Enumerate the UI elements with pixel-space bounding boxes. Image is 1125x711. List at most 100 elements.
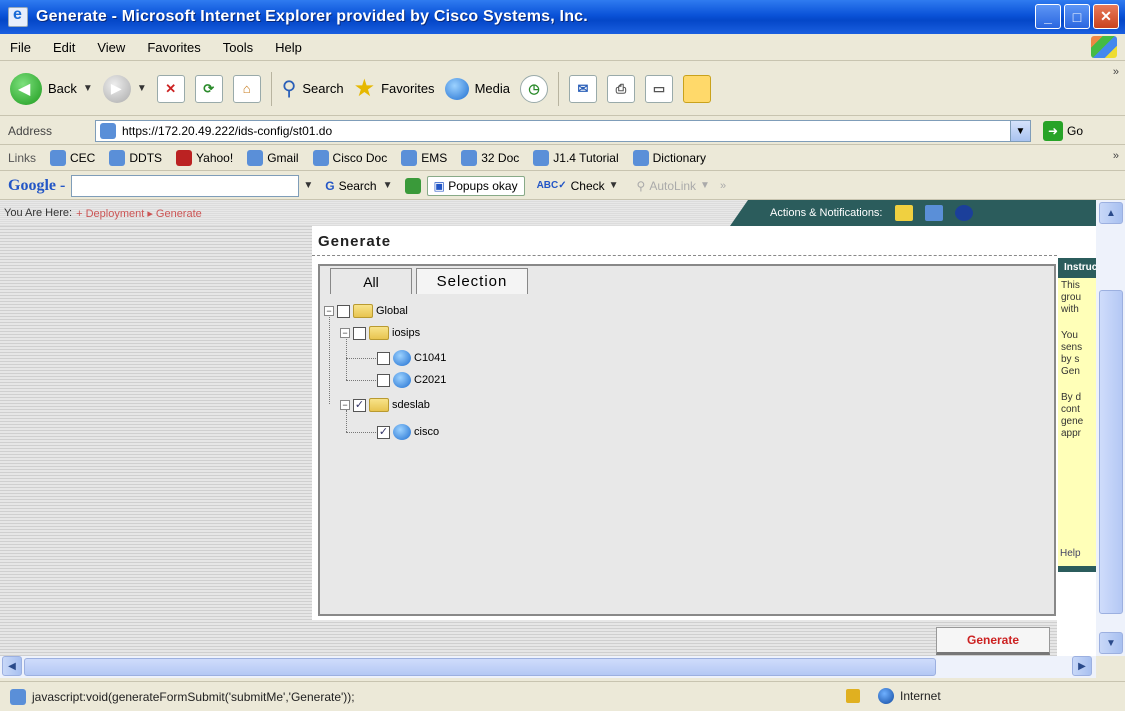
favorites-button[interactable]: ★ Favorites <box>354 74 435 103</box>
vertical-scrollbar[interactable]: ▲ ▼ <box>1096 200 1125 656</box>
tree-node-cisco[interactable]: ✓ cisco <box>377 424 439 440</box>
scroll-left-button[interactable]: ◀ <box>2 656 22 676</box>
close-button[interactable]: ✕ <box>1093 4 1119 29</box>
chevron-down-icon: ▼ <box>608 180 619 191</box>
google-overflow[interactable]: » <box>720 180 726 192</box>
refresh-circle-icon[interactable] <box>954 205 973 221</box>
spell-check-button[interactable]: ABC✓ Check ▼ <box>531 177 625 195</box>
instructions-body: This grou with You sens by s Gen By d co… <box>1058 278 1096 568</box>
link-cec[interactable]: CEC <box>50 150 95 166</box>
horizontal-scrollbar[interactable]: ◀ ▶ <box>0 656 1096 678</box>
checkbox[interactable] <box>337 304 350 318</box>
chevron-down-icon[interactable]: ▼ <box>1010 121 1030 141</box>
vertical-scroll-thumb[interactable] <box>1099 290 1123 614</box>
link-ems[interactable]: EMS <box>401 150 447 166</box>
page-icon <box>401 150 418 166</box>
pagerank-bar-icon <box>404 177 421 194</box>
chevron-down-icon[interactable]: ▼ <box>137 83 147 94</box>
tree-node-label: sdeslab <box>392 399 430 411</box>
collapse-icon[interactable]: − <box>324 306 334 316</box>
collapse-icon[interactable]: − <box>340 328 350 338</box>
page-icon <box>461 150 478 166</box>
address-label: Address <box>8 123 53 138</box>
page-icon <box>109 150 126 166</box>
link-label: Yahoo! <box>196 151 234 165</box>
folder-icon <box>353 304 373 318</box>
checkbox[interactable] <box>353 326 366 340</box>
generate-button[interactable]: Generate <box>936 627 1050 655</box>
page-icon <box>632 150 649 166</box>
google-g-icon: G <box>325 178 335 193</box>
forward-button[interactable]: ▼ <box>102 74 147 103</box>
internet-zone: Internet <box>878 688 941 704</box>
menu-edit[interactable]: Edit <box>53 40 75 55</box>
tree-node-c2021[interactable]: C2021 <box>377 372 446 388</box>
actions-label: Actions & Notifications: <box>770 207 883 219</box>
horizontal-scroll-thumb[interactable] <box>24 658 936 676</box>
autolink-icon: ⚲ <box>636 178 646 193</box>
links-overflow[interactable]: » <box>1113 150 1119 162</box>
collapse-icon[interactable]: − <box>340 400 350 410</box>
scroll-down-button[interactable]: ▼ <box>1099 632 1123 654</box>
link-cisco-doc[interactable]: Cisco Doc <box>312 150 387 166</box>
popups-button[interactable]: ▣ Popups okay <box>426 175 525 196</box>
help-link[interactable]: Help <box>1060 548 1081 559</box>
menu-favorites[interactable]: Favorites <box>147 40 200 55</box>
autolink-button[interactable]: ⚲ AutoLink ▼ <box>631 177 716 195</box>
action-icon[interactable] <box>924 205 943 221</box>
edit-icon[interactable]: ▭ <box>644 74 673 103</box>
print-icon[interactable]: ⎙ <box>606 74 635 103</box>
checkbox[interactable]: ✓ <box>353 398 366 412</box>
minimize-button[interactable]: _ <box>1035 4 1061 29</box>
chevron-down-icon[interactable]: ▼ <box>303 180 313 191</box>
history-icon[interactable]: ◷ <box>519 74 548 103</box>
refresh-icon[interactable]: ⟳ <box>194 74 223 103</box>
chevron-down-icon[interactable]: ▼ <box>83 83 93 94</box>
tree-node-iosips[interactable]: − iosips <box>340 326 420 340</box>
menu-file[interactable]: File <box>10 40 31 55</box>
back-button[interactable]: Back ▼ <box>10 72 93 105</box>
search-button[interactable]: ⚲ Search <box>282 76 344 101</box>
link-gmail[interactable]: Gmail <box>247 150 299 166</box>
link-yahoo[interactable]: Yahoo! <box>176 150 233 166</box>
link-tutorial[interactable]: J1.4 Tutorial <box>533 150 619 166</box>
go-label: Go <box>1067 124 1084 138</box>
notification-icon[interactable] <box>894 205 913 221</box>
home-icon[interactable]: ⌂ <box>232 74 261 103</box>
menu-tools[interactable]: Tools <box>223 40 253 55</box>
checkbox[interactable] <box>377 351 390 365</box>
tab-all[interactable]: All <box>330 268 412 294</box>
tab-selection[interactable]: Selection <box>416 268 528 294</box>
mail-icon[interactable]: ✉ <box>568 74 597 103</box>
page-icon <box>100 123 116 139</box>
media-button[interactable]: Media <box>444 77 510 100</box>
scroll-right-button[interactable]: ▶ <box>1072 656 1092 676</box>
lock-icon[interactable] <box>846 689 860 703</box>
link-32-doc[interactable]: 32 Doc <box>461 150 519 166</box>
menu-help[interactable]: Help <box>275 40 302 55</box>
link-ddts[interactable]: DDTS <box>109 150 162 166</box>
link-dictionary[interactable]: Dictionary <box>632 150 706 166</box>
instructions-footer <box>1058 566 1096 572</box>
breadcrumb-path[interactable]: + Deployment ▸ Generate <box>76 207 202 220</box>
tree-node-global[interactable]: − Global <box>324 304 408 318</box>
tree-node-label: C1041 <box>414 352 447 364</box>
google-search-input[interactable] <box>71 174 300 197</box>
menu-view[interactable]: View <box>97 40 125 55</box>
scroll-up-button[interactable]: ▲ <box>1099 202 1123 224</box>
address-input[interactable]: https://172.20.49.222/ids-config/st01.do… <box>95 120 1031 142</box>
maximize-button[interactable]: □ <box>1064 4 1090 29</box>
stop-icon[interactable]: ✕ <box>156 74 185 103</box>
go-button[interactable]: ➜ Go <box>1043 121 1083 141</box>
checkbox[interactable] <box>377 373 390 387</box>
tree-node-sdeslab[interactable]: − ✓ sdeslab <box>340 398 430 412</box>
toolbar-overflow[interactable]: » <box>1113 66 1119 78</box>
go-arrow-icon: ➜ <box>1043 121 1063 141</box>
google-logo[interactable]: Google - <box>8 177 65 195</box>
checkbox[interactable]: ✓ <box>377 425 390 439</box>
messenger-icon[interactable] <box>682 74 711 103</box>
chevron-down-icon[interactable]: ▼ <box>383 180 393 191</box>
google-search-button[interactable]: G Search <box>319 177 382 195</box>
sensor-globe-icon <box>393 350 411 366</box>
tree-node-c1041[interactable]: C1041 <box>377 350 446 366</box>
